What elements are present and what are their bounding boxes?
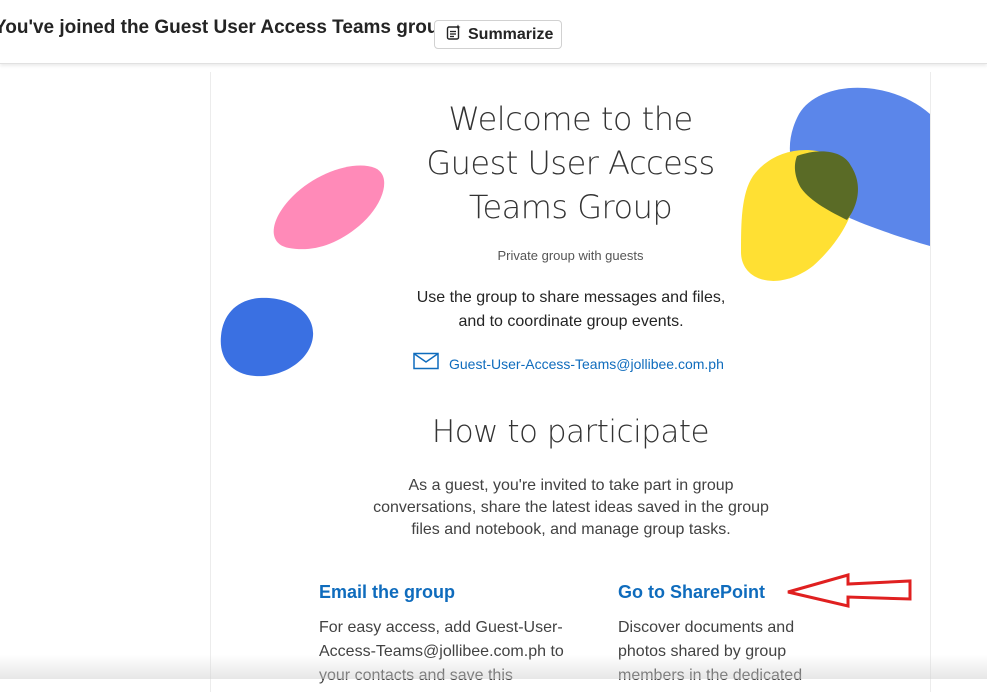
bottom-scroll-shadow [0,655,987,679]
group-privacy-label: Private group with guests [497,248,644,263]
welcome-title-line: Welcome to the [448,100,693,138]
group-email-row[interactable]: Guest-User-Access-Teams@jollibee.com.ph [413,352,724,375]
blue-blob-decoration [220,297,314,377]
sharepoint-link[interactable]: Go to SharePoint [618,582,765,603]
sharepoint-text-line: Discover documents and [618,619,795,636]
participate-description: As a guest, you're invited to take part … [356,475,786,541]
mail-icon [413,352,439,375]
welcome-title-line: Teams Group [468,188,673,226]
welcome-title-line: Guest User Access [426,144,715,182]
email-group-link[interactable]: Email the group [319,582,455,603]
message-header: You've joined the Guest User Access Team… [0,0,987,64]
participate-description-line: files and notebook, and manage group tas… [411,521,731,538]
welcome-title: Welcome to the Guest User Access Teams G… [211,97,930,229]
summarize-label: Summarize [468,25,554,43]
group-description-line: Use the group to share messages and file… [416,289,726,306]
summarize-icon [445,24,462,46]
message-subject: You've joined the Guest User Access Team… [0,17,451,38]
group-description-line: and to coordinate group events. [458,313,684,330]
email-group-text-line: For easy access, add Guest-User- [319,619,563,636]
summarize-button[interactable]: Summarize [434,20,562,49]
participate-description-line: conversations, share the latest ideas sa… [373,499,769,516]
participate-description-line: As a guest, you're invited to take part … [408,477,734,494]
group-description: Use the group to share messages and file… [401,286,741,334]
group-email-link[interactable]: Guest-User-Access-Teams@jollibee.com.ph [449,356,724,372]
participate-title: How to participate [431,414,710,450]
red-arrow-annotation [787,573,912,608]
